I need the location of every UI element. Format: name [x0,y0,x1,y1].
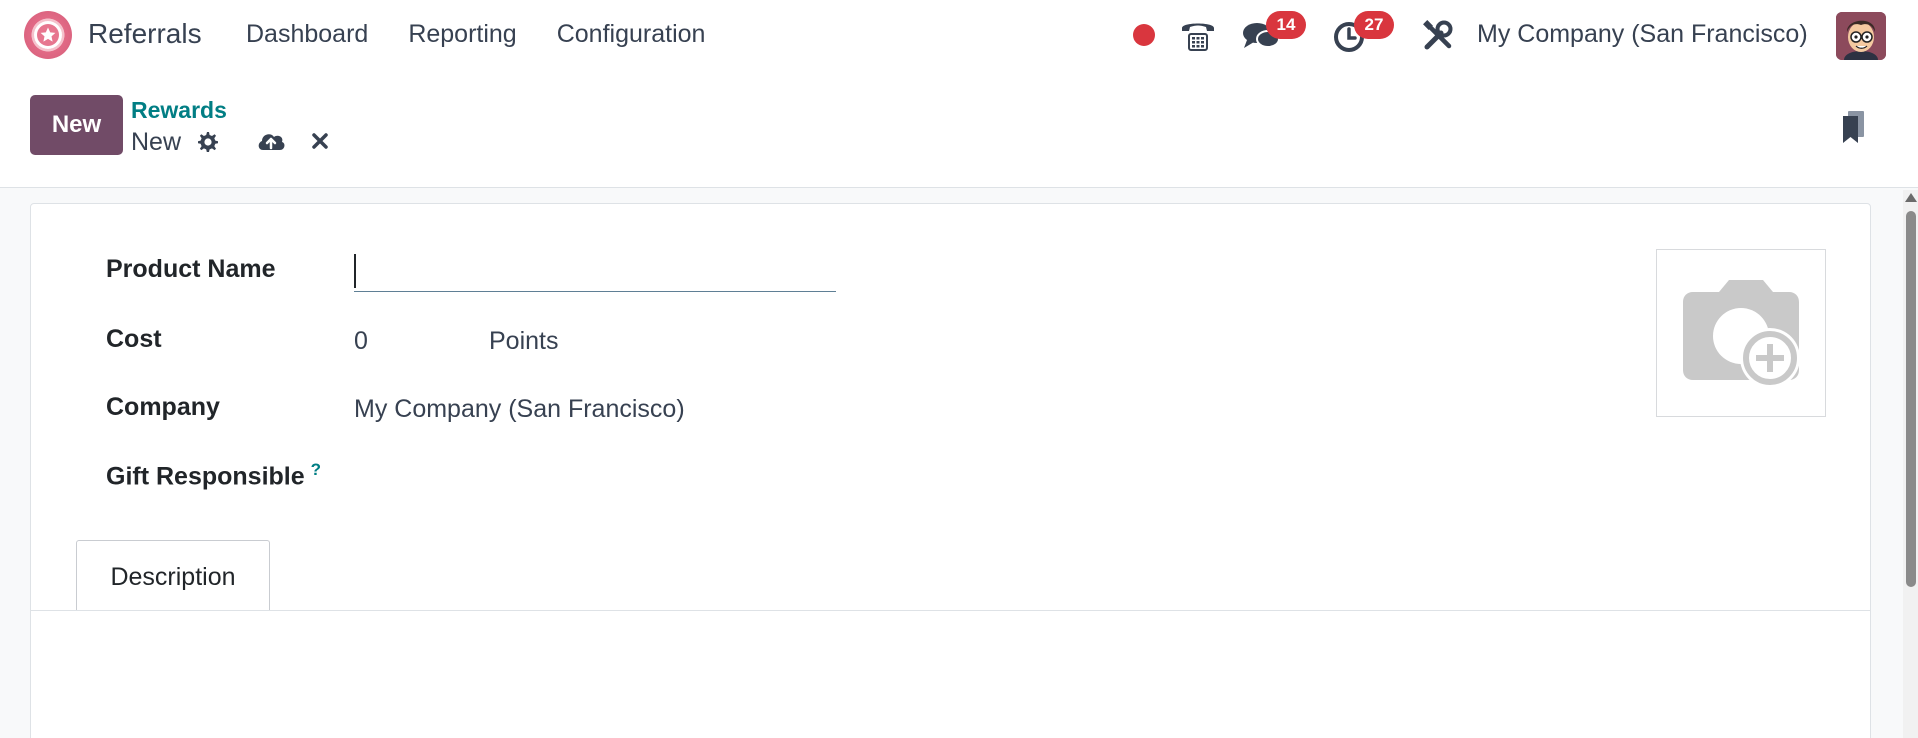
product-name-label: Product Name [106,255,276,283]
save-cloud-upload-icon[interactable] [256,128,286,154]
menu-dashboard[interactable]: Dashboard [246,20,368,49]
help-tooltip-icon[interactable]: ? [311,460,321,479]
product-image-upload[interactable] [1656,249,1826,417]
camera-add-icon [1683,280,1800,388]
company-field[interactable]: My Company (San Francisco) [354,395,685,424]
company-label: Company [106,393,220,421]
scroll-up-arrow-icon[interactable] [1905,193,1917,202]
discard-close-icon[interactable] [310,131,330,151]
menu-reporting[interactable]: Reporting [408,20,516,49]
tab-divider [31,610,1870,611]
app-name[interactable]: Referrals [88,18,202,50]
main-menu: Dashboard Reporting Configuration [246,20,705,49]
text-cursor [354,254,356,288]
scrollbar-thumb[interactable] [1906,211,1916,587]
gift-responsible-label: Gift Responsible? [106,460,321,491]
breadcrumb-current: New [131,128,182,156]
recording-indicator-icon[interactable] [1133,24,1155,46]
activities-count-badge: 27 [1354,11,1394,39]
product-name-input[interactable] [354,252,836,292]
gift-responsible-text: Gift Responsible [106,462,305,491]
new-button[interactable]: New [30,95,123,155]
company-switcher[interactable]: My Company (San Francisco) [1477,20,1808,49]
referrals-app-icon[interactable] [24,11,72,59]
tools-icon[interactable] [1422,20,1454,52]
control-panel: New Rewards New [0,72,1918,188]
bookmark-knowledge-icon[interactable] [1840,110,1866,144]
gear-icon[interactable] [196,130,220,154]
menu-configuration[interactable]: Configuration [557,20,706,49]
cost-unit: Points [489,327,559,355]
tab-description[interactable]: Description [76,540,270,611]
cost-input[interactable]: 0 [354,327,368,356]
top-navbar: Referrals Dashboard Reporting Configurat… [0,0,1918,72]
phone-icon[interactable] [1180,18,1216,52]
cost-label: Cost [106,325,162,353]
user-avatar[interactable] [1836,12,1886,60]
breadcrumb-rewards[interactable]: Rewards [131,97,227,124]
messages-count-badge: 14 [1266,11,1306,39]
